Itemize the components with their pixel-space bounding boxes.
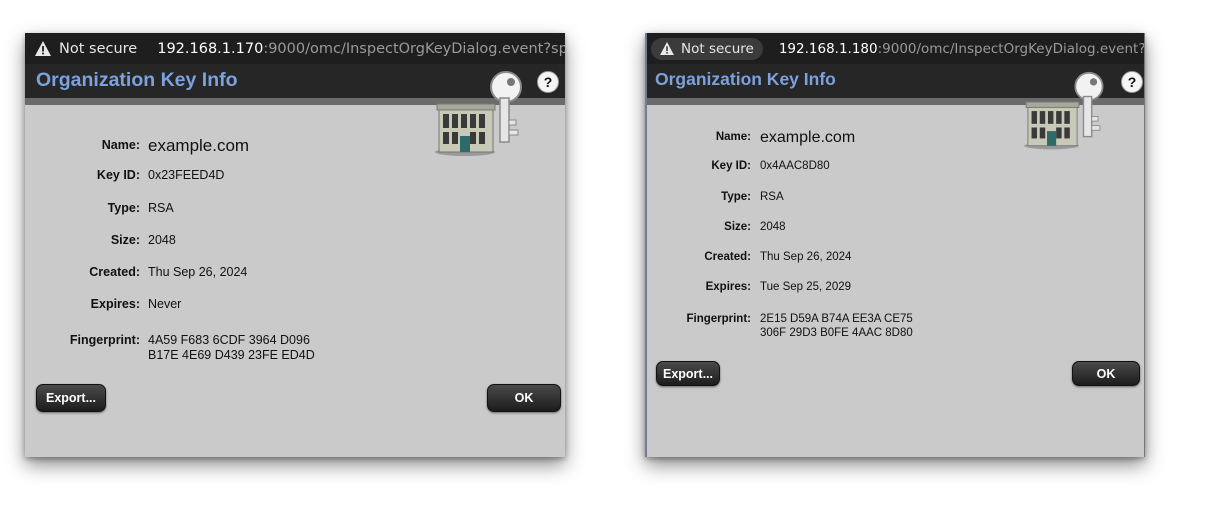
warning-icon bbox=[35, 41, 51, 57]
size-label: Size: bbox=[724, 221, 751, 233]
name-value: example.com bbox=[760, 129, 856, 146]
created-label: Created: bbox=[89, 265, 140, 279]
not-secure-label: Not secure bbox=[681, 40, 754, 57]
keyid-label: Key ID: bbox=[711, 160, 751, 172]
expires-value: Tue Sep 25, 2029 bbox=[760, 281, 852, 293]
export-button[interactable]: Export... bbox=[656, 361, 720, 386]
url-path: :9000/omc/InspectOrgKeyDialog.event?sp..… bbox=[263, 40, 565, 57]
created-value: Thu Sep 26, 2024 bbox=[760, 251, 852, 263]
size-value: 2048 bbox=[760, 221, 786, 233]
expires-label: Expires: bbox=[705, 281, 751, 293]
export-button[interactable]: Export... bbox=[36, 384, 106, 412]
keyid-value: 0x4AAC8D80 bbox=[760, 160, 830, 172]
org-key-dialog-right: Not secure 192.168.1.180:9000/omc/Inspec… bbox=[645, 33, 1145, 457]
browser-address-bar[interactable]: Not secure 192.168.1.180:9000/omc/Inspec… bbox=[647, 33, 1144, 64]
type-value: RSA bbox=[760, 191, 784, 203]
fingerprint-line-2: B17E 4E69 D439 23FE ED4D bbox=[148, 348, 315, 362]
keyid-value: 0x23FEED4D bbox=[148, 168, 225, 182]
created-label: Created: bbox=[704, 251, 751, 263]
url-host: 192.168.1.180 bbox=[778, 40, 878, 57]
fingerprint-label: Fingerprint: bbox=[69, 333, 140, 347]
fingerprint-line-1: 4A59 F683 6CDF 3964 D096 bbox=[148, 333, 310, 347]
building-key-icon bbox=[1022, 71, 1114, 158]
created-value: Thu Sep 26, 2024 bbox=[148, 265, 248, 279]
name-label: Name: bbox=[715, 131, 751, 143]
name-value: example.com bbox=[148, 136, 250, 155]
type-value: RSA bbox=[148, 201, 174, 215]
type-label: Type: bbox=[107, 201, 140, 215]
url-path: :9000/omc/InspectOrgKeyDialog.event?sp..… bbox=[877, 40, 1144, 57]
dialog-title: Organization Key Info bbox=[36, 69, 238, 91]
org-key-dialog-left: Not secure 192.168.1.170:9000/omc/Inspec… bbox=[25, 33, 565, 457]
fingerprint-line-1: 2E15 D59A B74A EE3A CE75 bbox=[760, 313, 913, 325]
security-chip[interactable]: Not secure bbox=[651, 37, 763, 60]
ok-button[interactable]: OK bbox=[1072, 361, 1140, 386]
type-label: Type: bbox=[721, 191, 751, 203]
help-button[interactable]: ? bbox=[1121, 71, 1143, 93]
url-host: 192.168.1.170 bbox=[157, 40, 264, 57]
browser-address-bar[interactable]: Not secure 192.168.1.170:9000/omc/Inspec… bbox=[25, 33, 565, 64]
help-button[interactable]: ? bbox=[537, 71, 559, 93]
fingerprint-line-2: 306F 29D3 B0FE 4AAC 8D80 bbox=[760, 327, 913, 339]
dialog-title: Organization Key Info bbox=[655, 69, 836, 89]
keyid-label: Key ID: bbox=[96, 168, 140, 182]
size-value: 2048 bbox=[148, 233, 176, 247]
ok-button[interactable]: OK bbox=[487, 384, 561, 412]
name-label: Name: bbox=[101, 138, 140, 152]
size-label: Size: bbox=[110, 233, 140, 247]
expires-value: Never bbox=[148, 297, 182, 311]
building-key-icon bbox=[433, 70, 533, 165]
expires-label: Expires: bbox=[90, 297, 140, 311]
fingerprint-label: Fingerprint: bbox=[686, 313, 751, 325]
warning-icon bbox=[659, 41, 675, 57]
not-secure-label[interactable]: Not secure bbox=[59, 41, 137, 57]
